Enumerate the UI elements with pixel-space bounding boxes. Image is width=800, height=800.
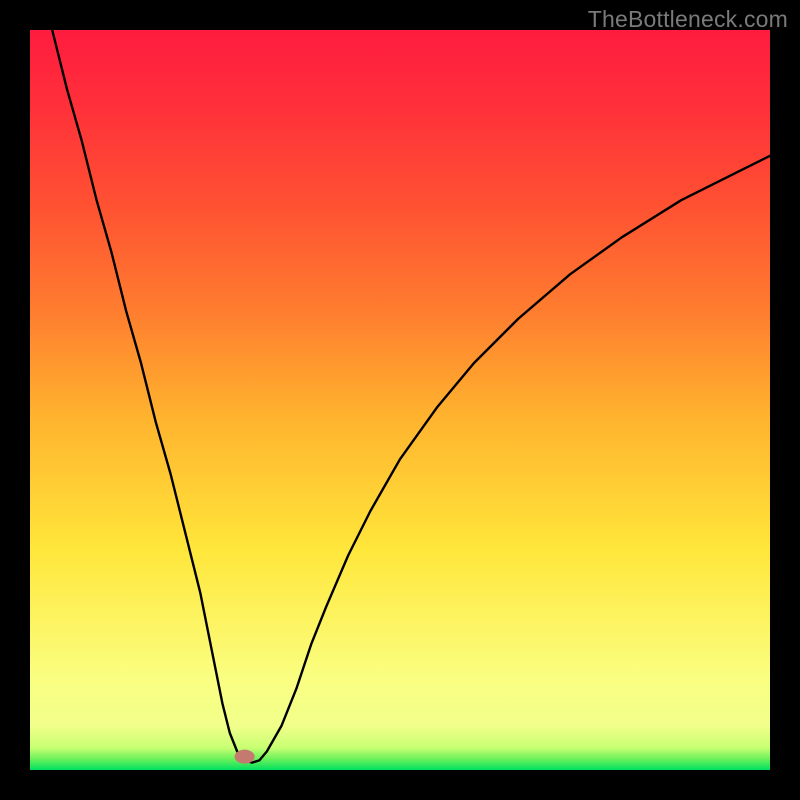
plot-area bbox=[30, 30, 770, 770]
optimal-marker bbox=[235, 750, 255, 764]
watermark-text: TheBottleneck.com bbox=[588, 6, 788, 33]
chart-frame: TheBottleneck.com bbox=[0, 0, 800, 800]
bottleneck-curve bbox=[52, 30, 770, 763]
curve-layer bbox=[30, 30, 770, 770]
